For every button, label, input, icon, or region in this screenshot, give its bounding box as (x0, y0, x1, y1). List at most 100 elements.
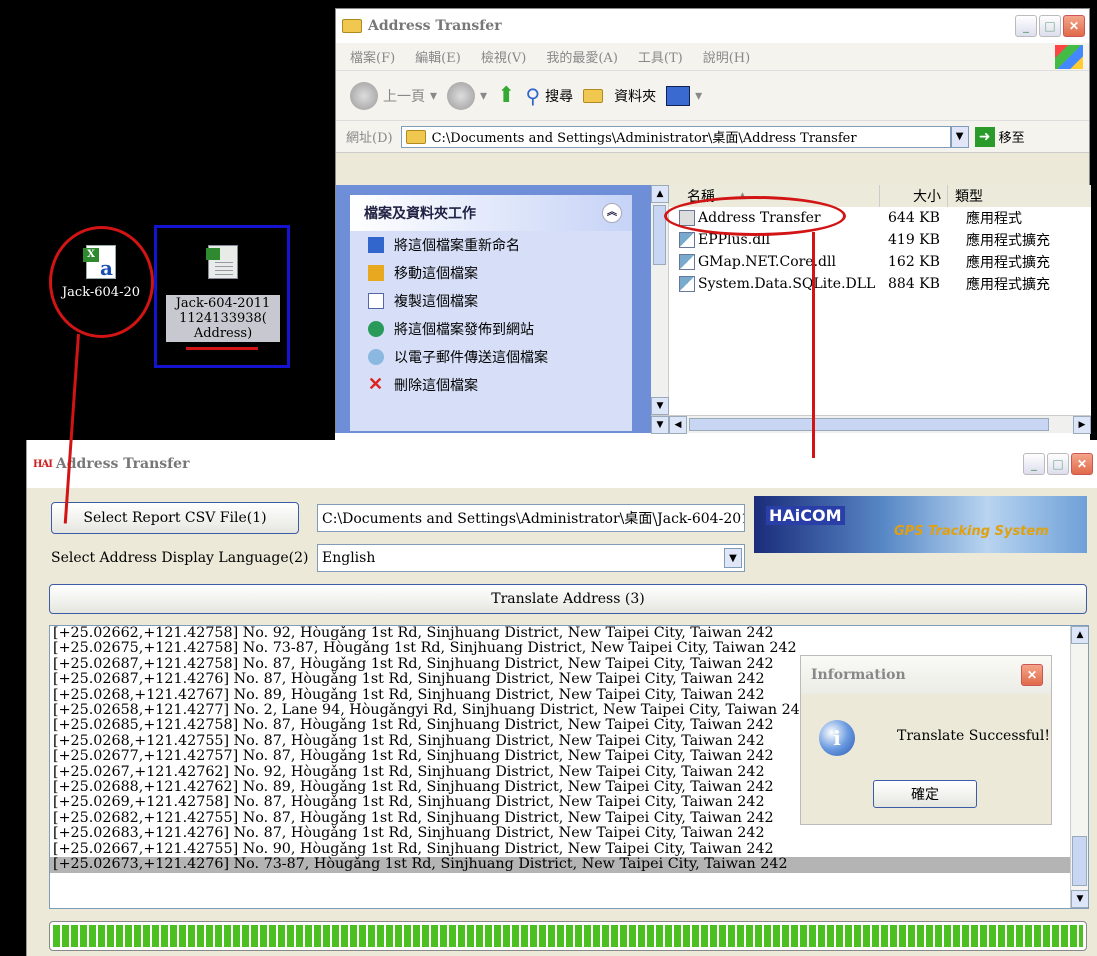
folders-icon (583, 88, 604, 103)
scroll-down-icon[interactable]: ▼ (651, 416, 669, 434)
forward-arrow-icon (447, 81, 476, 110)
search-icon: ⚲ (525, 83, 541, 108)
haicom-banner: HAiCOM GPS Tracking System (754, 496, 1087, 553)
delete-icon: ✕ (368, 374, 384, 395)
back-arrow-icon (350, 81, 378, 110)
task-rename[interactable]: 將這個檔案重新命名 (350, 231, 632, 259)
menu-view[interactable]: 檢視(V) (481, 47, 527, 66)
views-button[interactable]: ▾ (666, 85, 702, 106)
csv-file-icon (206, 245, 238, 279)
windows-logo-icon (1055, 45, 1083, 69)
menu-help[interactable]: 說明(H) (703, 47, 750, 66)
file-row[interactable]: System.Data.SQLite.DLL 884 KB 應用程式擴充 (679, 273, 1091, 295)
file-tasks-panel: 檔案及資料夾工作 ︽ 將這個檔案重新命名 移動這個檔案 複製這個檔案 將這個檔案… (350, 195, 632, 431)
task-panel-header[interactable]: 檔案及資料夾工作 ︽ (350, 195, 632, 231)
scroll-right-icon[interactable]: ▶ (1073, 416, 1091, 434)
menu-bar: 檔案(F) 編輯(E) 檢視(V) 我的最愛(A) 工具(T) 說明(H) (336, 43, 1089, 71)
scroll-up-icon[interactable]: ▲ (651, 185, 669, 203)
translate-address-button[interactable]: Translate Address (3) (49, 584, 1087, 614)
language-label: Select Address Display Language(2) (51, 550, 309, 566)
app-logo-icon: HAI (33, 458, 53, 470)
dll-icon (679, 276, 695, 292)
output-scrollbar[interactable]: ▲ ▼ (1070, 626, 1088, 908)
file-row[interactable]: GMap.NET.Core.dll 162 KB 應用程式擴充 (679, 251, 1091, 273)
app-title: Address Transfer (55, 456, 190, 472)
explorer-title: Address Transfer (368, 18, 502, 34)
annotation-line-right (812, 232, 815, 458)
csv-path-field[interactable]: C:\Documents and Settings\Administrator\… (317, 504, 745, 532)
minimize-button[interactable]: _ (1015, 15, 1037, 37)
forward-button[interactable]: ▾ (447, 81, 487, 110)
dll-icon (679, 254, 695, 270)
close-button[interactable]: ✕ (1071, 453, 1093, 475)
desktop-strip-right (1090, 0, 1097, 440)
move-icon (368, 265, 384, 281)
task-move[interactable]: 移動這個檔案 (350, 259, 632, 287)
address-bar: 網址(D) C:\Documents and Settings\Administ… (336, 121, 1089, 153)
scroll-thumb[interactable] (689, 418, 1049, 431)
back-button[interactable]: 上一頁 ▾ (350, 81, 437, 110)
maximize-button[interactable]: □ (1039, 15, 1061, 37)
dll-icon (679, 232, 695, 248)
column-type[interactable]: 類型 (955, 186, 983, 206)
task-publish[interactable]: 將這個檔案發佈到網站 (350, 315, 632, 343)
views-icon (666, 85, 691, 106)
close-button[interactable]: ✕ (1063, 15, 1085, 37)
annotation-circle-icon-file (49, 226, 154, 338)
minimize-button[interactable]: _ (1023, 453, 1045, 475)
menu-edit[interactable]: 編輯(E) (415, 47, 461, 66)
language-select[interactable]: English ▼ (317, 544, 745, 572)
folders-button[interactable]: 資料夾 (583, 86, 656, 106)
dialog-title: Information (811, 667, 906, 683)
list-item[interactable]: [+25.02683,+121.4276] No. 87, Hòugǎng 1s… (50, 825, 1088, 841)
up-folder-button[interactable]: ⬆ (497, 83, 515, 108)
search-button[interactable]: ⚲ 搜尋 (526, 84, 574, 108)
address-dropdown-button[interactable]: ▼ (950, 125, 969, 148)
desktop-icon-label-selected: Jack-604-2011 1124133938( Address) (166, 295, 280, 342)
dialog-titlebar[interactable]: Information ✕ (801, 656, 1051, 694)
select-csv-button[interactable]: Select Report CSV File(1) (51, 502, 299, 534)
info-icon: i (819, 720, 855, 756)
desktop-background (0, 0, 335, 440)
menu-favorites[interactable]: 我的最愛(A) (546, 47, 618, 66)
task-email[interactable]: 以電子郵件傳送這個檔案 (350, 343, 632, 371)
go-button[interactable]: 移至 (999, 127, 1025, 146)
address-input[interactable]: C:\Documents and Settings\Administrator\… (400, 125, 951, 148)
folder-icon (342, 19, 362, 33)
list-item[interactable]: [+25.02667,+121.42755] No. 90, Hòugǎng 1… (50, 841, 1088, 857)
copy-icon (368, 293, 384, 309)
task-pane: 檔案及資料夾工作 ︽ 將這個檔案重新命名 移動這個檔案 複製這個檔案 將這個檔案… (336, 185, 651, 433)
banner-logo: HAiCOM (766, 506, 845, 525)
file-list-hscroll[interactable]: ▼ ◀ ▶ (651, 415, 1091, 434)
desktop-icon-csv-file[interactable] (170, 245, 276, 285)
app-titlebar[interactable]: HAI Address Transfer _ □ ✕ (27, 440, 1097, 488)
task-delete[interactable]: ✕ 刪除這個檔案 (350, 371, 632, 399)
menu-tools[interactable]: 工具(T) (638, 47, 683, 66)
scroll-up-icon[interactable]: ▲ (1071, 626, 1088, 644)
maximize-button[interactable]: □ (1047, 453, 1069, 475)
list-item-selected[interactable]: [+25.02673,+121.4276] No. 73-87, Hòugǎng… (50, 856, 1088, 873)
rename-icon (368, 237, 384, 253)
scroll-down-icon[interactable]: ▼ (1071, 890, 1088, 908)
address-label: 網址(D) (346, 131, 393, 146)
desktop-strip-left (0, 430, 26, 956)
collapse-icon[interactable]: ︽ (602, 203, 622, 223)
menu-file[interactable]: 檔案(F) (350, 47, 395, 66)
scroll-left-icon[interactable]: ◀ (669, 416, 687, 434)
annotation-ellipse-app-file (664, 196, 846, 236)
go-arrow-icon[interactable]: ➜ (974, 126, 995, 147)
email-icon (368, 349, 384, 365)
dialog-close-button[interactable]: ✕ (1021, 664, 1043, 686)
progress-bar (49, 921, 1087, 951)
globe-icon (368, 321, 384, 337)
up-folder-icon: ⬆ (497, 83, 516, 108)
explorer-titlebar[interactable]: Address Transfer _ □ ✕ (336, 9, 1089, 43)
task-copy[interactable]: 複製這個檔案 (350, 287, 632, 315)
scroll-thumb[interactable] (1072, 836, 1087, 886)
explorer-toolbar: 上一頁 ▾ ▾ ⬆ ⚲ 搜尋 資料夾 ▾ (336, 71, 1089, 121)
chevron-down-icon[interactable]: ▼ (724, 548, 742, 568)
scroll-down-icon[interactable]: ▼ (651, 397, 669, 415)
column-size[interactable]: 大小 (913, 186, 941, 206)
annotation-underline (186, 347, 258, 350)
ok-button[interactable]: 確定 (873, 780, 977, 808)
